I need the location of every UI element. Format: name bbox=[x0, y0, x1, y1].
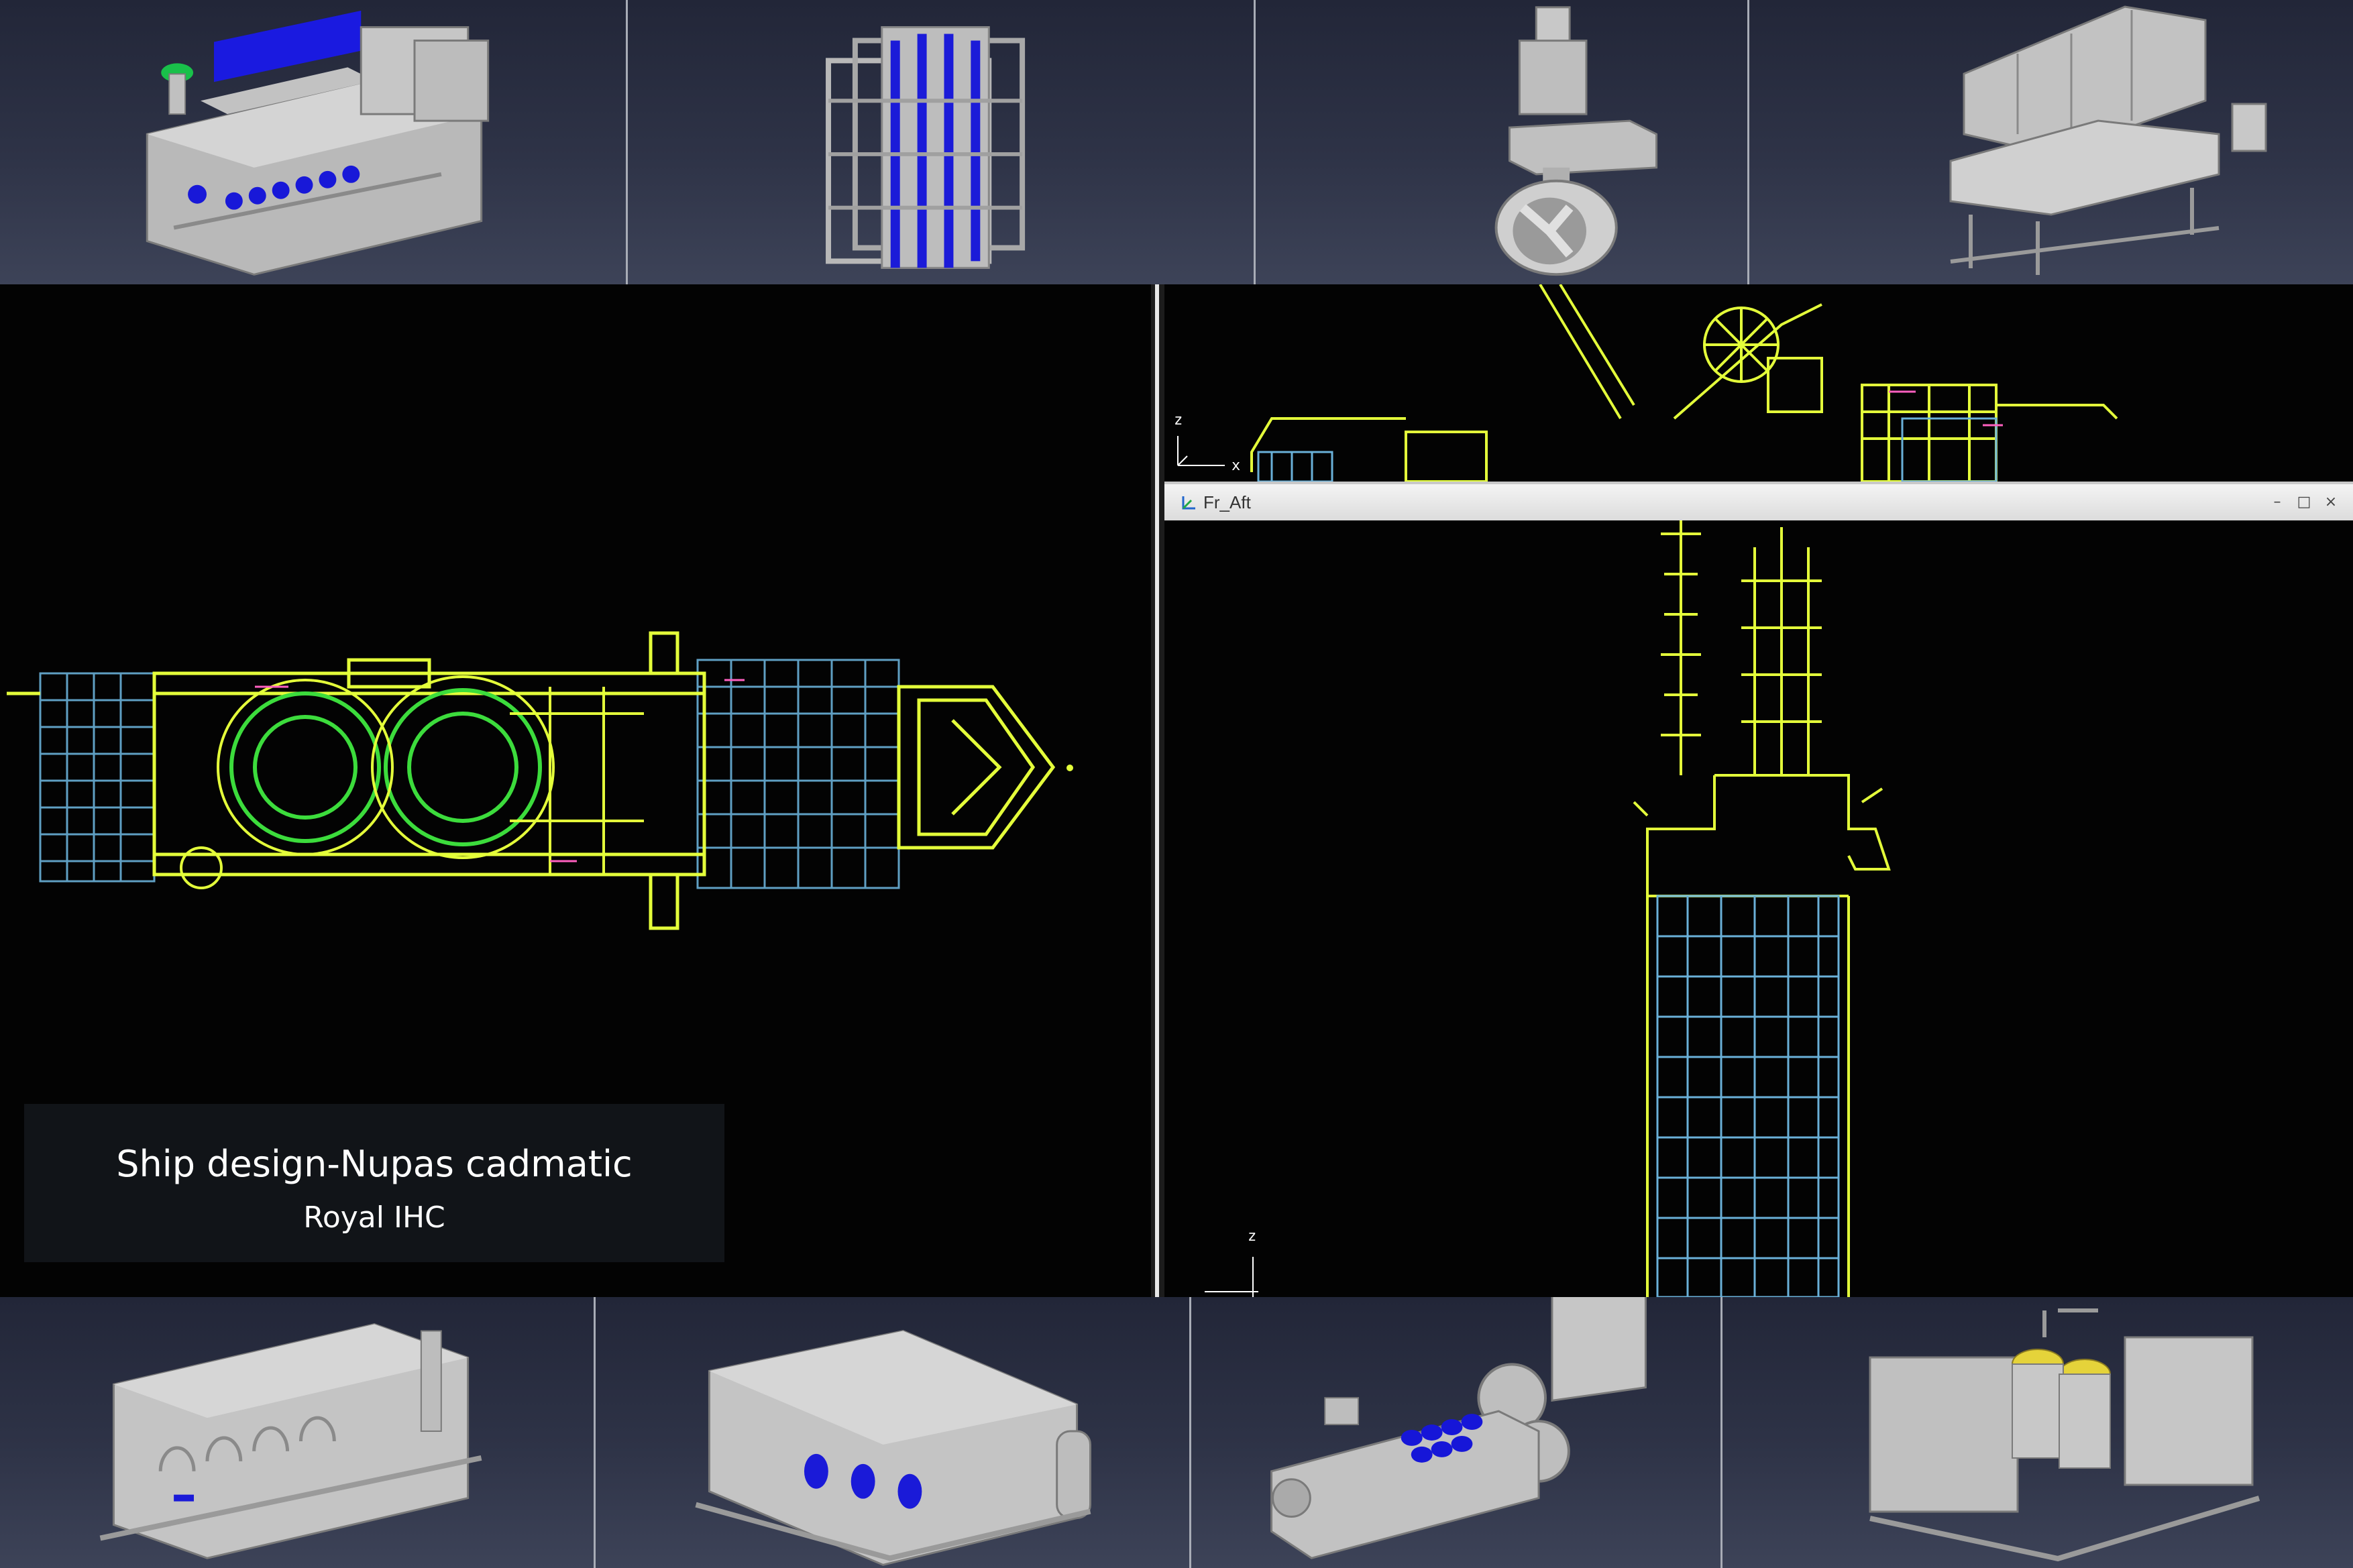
ship-side-view-wireframe bbox=[1177, 284, 2118, 482]
thumbnail-filter-skid[interactable] bbox=[596, 1297, 1191, 1568]
axis-triad-aft bbox=[1205, 1257, 1258, 1297]
aft-view-title-bar[interactable]: Fr_Aft – □ × bbox=[1164, 482, 2353, 520]
viewport-splitter-vertical[interactable] bbox=[1151, 284, 1164, 1297]
axis-label-x: x bbox=[1232, 457, 1241, 474]
filter-skid-icon bbox=[695, 1329, 1091, 1566]
axis-label-z: z bbox=[1174, 412, 1183, 429]
generator-set-icon bbox=[1270, 1297, 1647, 1559]
viewport-side-view[interactable]: z x bbox=[1164, 284, 2353, 482]
thumbnail-generator-set[interactable] bbox=[1191, 1297, 1722, 1568]
top-thumbnail-strip bbox=[0, 0, 2353, 284]
control-console-icon bbox=[1949, 5, 2267, 275]
axis-view-icon bbox=[1182, 496, 1195, 510]
axis-triad-side bbox=[1177, 436, 1225, 466]
caption-subtitle: Royal IHC bbox=[303, 1200, 445, 1235]
thumbnail-azimuth-thruster[interactable] bbox=[1256, 0, 1749, 284]
azimuth-thruster-icon bbox=[1494, 6, 1658, 276]
heat-exchanger-icon bbox=[826, 26, 1026, 269]
caption-title: Ship design-Nupas cadmatic bbox=[116, 1143, 633, 1185]
water-treatment-unit-icon bbox=[99, 1323, 482, 1559]
axis-label-z-aft: z bbox=[1248, 1228, 1257, 1245]
thumbnail-water-treatment-unit[interactable] bbox=[0, 1297, 596, 1568]
ship-aft-view-wireframe bbox=[1205, 520, 1891, 1297]
thumbnail-control-console[interactable] bbox=[1749, 0, 2353, 284]
aft-view-title: Fr_Aft bbox=[1203, 492, 1251, 512]
caption-box: Ship design-Nupas cadmatic Royal IHC bbox=[24, 1104, 724, 1262]
close-button[interactable]: × bbox=[2322, 494, 2340, 511]
thumbnail-heat-exchanger[interactable] bbox=[628, 0, 1256, 284]
maximize-button[interactable]: □ bbox=[2295, 494, 2313, 511]
minimize-button[interactable]: – bbox=[2268, 494, 2286, 511]
cad-workspace: z x z Fr_Aft – □ × Ship design-Nupas cad… bbox=[0, 284, 2353, 1297]
pump-skid-icon bbox=[1869, 1308, 2260, 1562]
bottom-thumbnail-strip bbox=[0, 1297, 2353, 1568]
thumbnail-pump-skid[interactable] bbox=[1722, 1297, 2353, 1568]
engine-icon bbox=[146, 10, 490, 276]
viewport-aft-view[interactable]: z bbox=[1164, 520, 2353, 1297]
thumbnail-main-engine[interactable] bbox=[0, 0, 628, 284]
